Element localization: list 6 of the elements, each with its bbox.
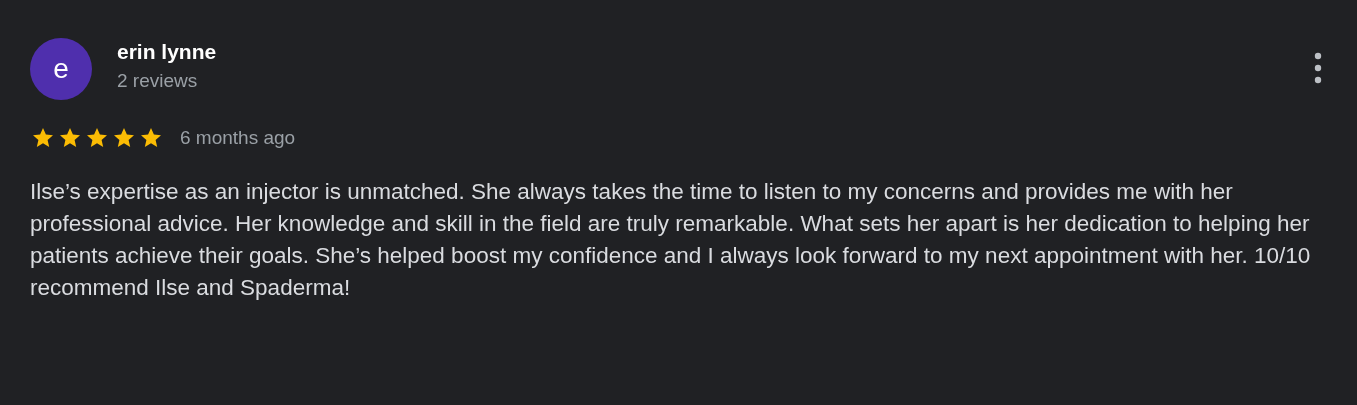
- review-time: 6 months ago: [180, 127, 296, 149]
- avatar: e: [30, 38, 92, 100]
- review-count: 2 reviews: [117, 70, 199, 92]
- reviewer-name[interactable]: erin lynne: [117, 40, 217, 64]
- review-text: Ilse’s expertise as an injector is unmatched. She always takes the time to listen to my concerns and provides me with her professional advice. Her knowledge and skill in the field are truly remarkable. What sets her apart is her dedication to helping her patients achieve their goals. She’s helped boost my confidence and I always look forward to my next appointment with her. 10/10 recommend Ilse and Spaderma!: [30, 178, 1312, 302]
- more-options-icon[interactable]: [1312, 52, 1324, 84]
